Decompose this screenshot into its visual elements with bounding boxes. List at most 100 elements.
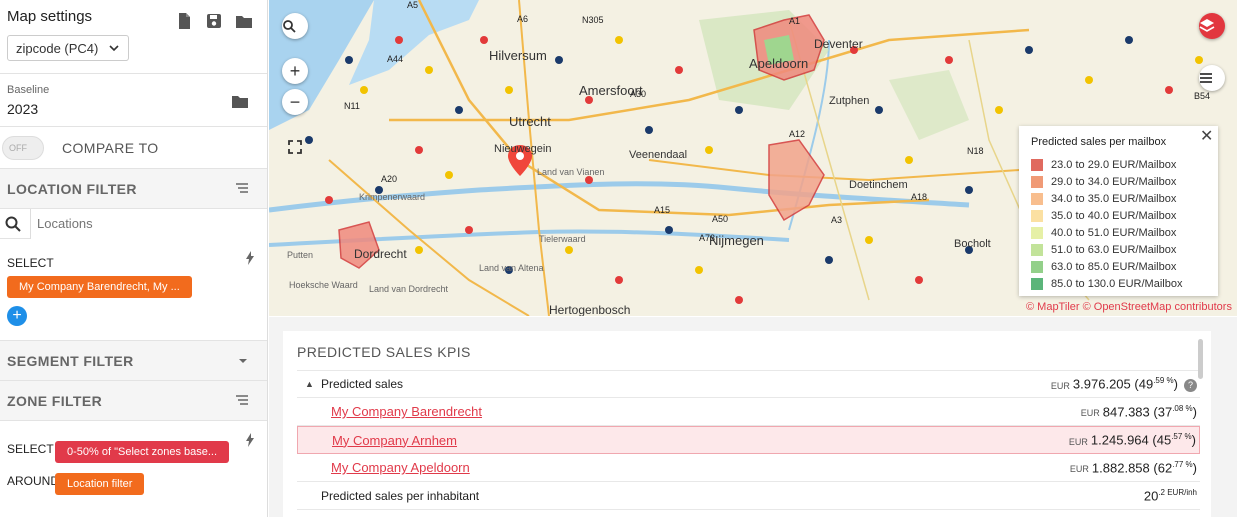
layers-icon [1199,19,1215,32]
zone-around-label: AROUND [7,474,60,488]
legend-swatch [1031,260,1043,273]
kpi-title: PREDICTED SALES KPIS [297,344,471,360]
kpi-row-sales-per-inhabitant[interactable]: Predicted sales per inhabitant 20.2 EUR/… [297,482,1200,510]
legend-label: 85.0 to 130.0 EUR/Mailbox [1051,277,1183,290]
legend-label: 29.0 to 34.0 EUR/Mailbox [1051,175,1177,188]
zone-select-chip[interactable]: 0-50% of "Select zones base... [55,441,230,463]
zipcode-select-value: zipcode (PC4) [16,41,99,56]
legend-item: 23.0 to 29.0 EUR/Mailbox [1031,156,1206,173]
help-icon[interactable]: ? [1184,378,1197,392]
layers-button[interactable] [1199,13,1225,39]
value-amount: 847.383 [1102,404,1150,420]
road-label: A50 [712,214,728,224]
chevron-down-icon [109,45,119,52]
place-label: Land van Altena [479,263,544,273]
kpi-row-apeldoorn[interactable]: My Company Apeldoorn EUR 1.882.858 (62.77… [297,454,1200,482]
kpi-scrollbar[interactable] [1198,339,1203,379]
road-label: A20 [381,174,397,184]
place-label: Tielerwaard [539,234,586,244]
location-filter-header[interactable]: LOCATION FILTER [0,169,267,209]
pct-sup: .77 % [1172,459,1193,469]
legend-label: 34.0 to 35.0 EUR/Mailbox [1051,192,1177,205]
pct-sup: .08 % [1172,403,1193,413]
value-sup: .2 EUR/inh [1158,487,1197,497]
baseline-section: Baseline 2023 [0,74,267,127]
compare-toggle[interactable]: OFF [2,135,44,160]
location-select-area: SELECT My Company Barendrecht, My ... + [0,239,267,341]
currency-label: EUR [1069,464,1089,475]
kpi-row-arnhem[interactable]: My Company Arnhem EUR 1.245.964 (45.57 %) [297,426,1200,454]
value-amount: 1.882.858 [1091,460,1150,476]
road-label: A5 [407,0,418,10]
kpi-value: EUR 1.245.964 (45.57 %) [1068,432,1196,448]
place-label: Krimpenerwaard [359,192,425,202]
segment-filter-header[interactable]: SEGMENT FILTER [0,341,267,381]
legend-label: 40.0 to 51.0 EUR/Mailbox [1051,226,1177,239]
zoom-out-button[interactable]: − [282,89,308,115]
sidebar: Map settings zipcode (PC4) Baseline 2023… [0,0,268,517]
value-amount: 3.976.205 [1072,376,1131,392]
kpi-panel: PREDICTED SALES KPIS ▲ Predicted sales E… [269,317,1237,517]
zone-select-label: SELECT [7,442,54,456]
pct-main: 45 [1156,432,1172,448]
store-link[interactable]: My Company Barendrecht [331,404,482,419]
kpi-card: PREDICTED SALES KPIS ▲ Predicted sales E… [283,331,1211,517]
place-label: Nijmegen [709,233,764,248]
filter-lines-icon[interactable] [235,182,249,194]
place-label: Veenendaal [629,149,687,161]
legend-item: 40.0 to 51.0 EUR/Mailbox [1031,224,1206,241]
map-search-button[interactable] [282,13,308,39]
search-icon [283,20,296,33]
lightning-icon[interactable] [245,251,255,265]
fullscreen-icon [288,140,302,154]
place-label: Utrecht [509,114,551,129]
filter-lines-icon[interactable] [235,394,249,406]
zone-around-chip[interactable]: Location filter [55,473,145,495]
arnhem-zone [768,139,825,222]
compare-label: COMPARE TO [62,139,159,156]
place-label: Hilversum [489,48,547,63]
kpi-row-barendrecht[interactable]: My Company Barendrecht EUR 847.383 (37.08… [297,398,1200,426]
road-label: N18 [967,146,984,156]
location-search-input[interactable] [30,208,267,239]
location-chip[interactable]: My Company Barendrecht, My ... [7,276,192,298]
road-label: A3 [831,215,842,225]
pct-sup: .57 % [1171,432,1192,442]
road-label: A15 [654,205,670,215]
place-label: Doetinchem [849,179,908,191]
map-legend: Predicted sales per mailbox 23.0 to 29.0… [1019,126,1218,296]
zone-filter-header[interactable]: ZONE FILTER [0,381,267,421]
select-label: SELECT [7,256,54,270]
road-label: A18 [911,192,927,202]
place-label: Zutphen [829,95,869,107]
zoom-in-button[interactable]: + [282,58,308,84]
place-label: Nieuwegein [494,143,551,155]
place-label: Apeldoorn [749,56,808,71]
value-amount: 20 [1143,488,1159,504]
add-location-button[interactable]: + [7,306,27,326]
store-link[interactable]: My Company Apeldoorn [331,460,470,475]
save-icon[interactable] [205,12,223,30]
zipcode-select[interactable]: zipcode (PC4) [7,35,129,61]
forest-area [889,70,969,140]
legend-swatch [1031,175,1043,188]
legend-toggle-button[interactable] [1199,65,1225,91]
kpi-row-predicted-sales[interactable]: ▲ Predicted sales EUR 3.976.205 (49.59 %)… [297,370,1200,398]
place-label: Land van Vianen [537,167,604,177]
store-link[interactable]: My Company Arnhem [332,433,457,448]
lightning-icon[interactable] [245,433,255,447]
caret-down-icon[interactable] [237,354,249,366]
legend-swatch [1031,209,1043,222]
caret-up-icon[interactable]: ▲ [305,379,314,389]
app: Map settings zipcode (PC4) Baseline 2023… [0,0,1237,517]
legend-item: 35.0 to 40.0 EUR/Mailbox [1031,207,1206,224]
pct-main: 37 [1157,404,1173,420]
folder-icon[interactable] [231,92,249,110]
currency-label: EUR [1068,436,1088,447]
new-file-icon[interactable] [175,12,193,30]
map-attribution[interactable]: © MapTiler © OpenStreetMap contributors [1026,301,1237,313]
kpi-label: Predicted sales [321,377,404,391]
legend-label: 23.0 to 29.0 EUR/Mailbox [1051,158,1177,171]
legend-close-button[interactable]: ✕ [1200,126,1213,146]
folder-icon[interactable] [235,12,253,30]
